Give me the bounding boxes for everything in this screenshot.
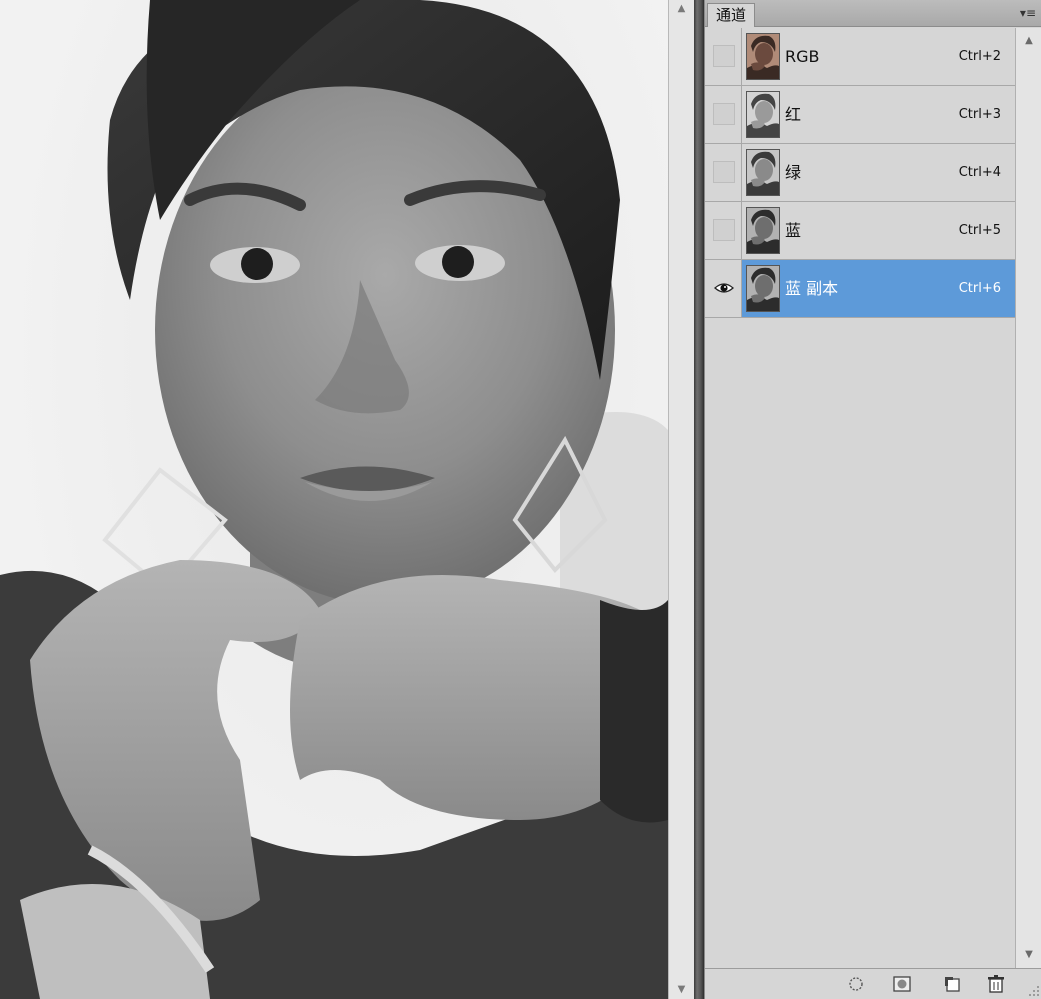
channel-shortcut: Ctrl+6 — [958, 281, 1001, 296]
channel-thumbnail — [746, 265, 780, 312]
channel-row-3[interactable]: 蓝 Ctrl+5 — [705, 202, 1015, 260]
visibility-box[interactable] — [713, 45, 735, 67]
document-canvas[interactable] — [0, 0, 668, 999]
visibility-box[interactable] — [713, 161, 735, 183]
channel-row-2[interactable]: 绿 Ctrl+4 — [705, 144, 1015, 202]
visibility-box[interactable] — [713, 219, 735, 241]
panel-footer — [705, 968, 1041, 999]
channel-shortcut: Ctrl+2 — [958, 49, 1001, 64]
thumbnail-image — [747, 34, 779, 79]
canvas-vertical-scrollbar[interactable]: ▲ ▼ — [668, 0, 694, 999]
channel-shortcut: Ctrl+5 — [958, 223, 1001, 238]
thumbnail-image — [747, 208, 779, 253]
resize-grip-icon[interactable] — [1028, 985, 1040, 997]
channel-list: RGB Ctrl+2 红 Ctrl+3 绿 Ctrl+4 蓝 Ctrl+5 蓝 … — [705, 28, 1015, 318]
channel-thumbnail — [746, 149, 780, 196]
scroll-down-icon[interactable]: ▼ — [669, 981, 694, 999]
scroll-up-icon[interactable]: ▲ — [1016, 32, 1041, 50]
thumbnail-image — [747, 266, 779, 311]
save-selection-icon[interactable] — [891, 974, 913, 994]
tab-channels[interactable]: 通道 — [707, 3, 756, 27]
channel-shortcut: Ctrl+4 — [958, 165, 1001, 180]
channel-thumbnail — [746, 91, 780, 138]
eye-icon[interactable] — [714, 281, 734, 295]
panel-header: 通道 ▾≡ — [705, 0, 1041, 27]
channel-row-0[interactable]: RGB Ctrl+2 — [705, 28, 1015, 86]
scroll-up-icon[interactable]: ▲ — [669, 0, 694, 18]
visibility-toggle[interactable] — [705, 86, 742, 143]
channel-thumbnail — [746, 33, 780, 80]
trash-icon[interactable] — [985, 974, 1007, 994]
thumbnail-image — [747, 150, 779, 195]
channel-name: 绿 — [785, 163, 802, 182]
load-selection-icon[interactable] — [845, 974, 867, 994]
channel-shortcut: Ctrl+3 — [958, 107, 1001, 122]
panel-menu-icon[interactable]: ▾≡ — [1020, 4, 1036, 22]
channel-name: 蓝 副本 — [785, 279, 839, 298]
visibility-toggle[interactable] — [705, 202, 742, 259]
visibility-toggle[interactable] — [705, 144, 742, 201]
panel-divider[interactable] — [694, 0, 704, 999]
channel-thumbnail — [746, 207, 780, 254]
thumbnail-image — [747, 92, 779, 137]
channel-row-4[interactable]: 蓝 副本 Ctrl+6 — [705, 260, 1015, 318]
visibility-toggle[interactable] — [705, 28, 742, 85]
visibility-box[interactable] — [713, 103, 735, 125]
channel-row-1[interactable]: 红 Ctrl+3 — [705, 86, 1015, 144]
new-channel-icon[interactable] — [941, 974, 963, 994]
channel-name: 红 — [785, 105, 802, 124]
portrait-photo — [0, 0, 668, 999]
channel-name: RGB — [785, 47, 820, 66]
panel-vertical-scrollbar[interactable]: ▲ ▼ — [1015, 28, 1041, 968]
channel-name: 蓝 — [785, 221, 802, 240]
channels-panel: 通道 ▾≡ RGB Ctrl+2 红 Ctrl+3 绿 Ctrl+4 蓝 Ctr… — [704, 0, 1041, 999]
visibility-toggle[interactable] — [705, 260, 742, 317]
scroll-down-icon[interactable]: ▼ — [1016, 946, 1041, 964]
